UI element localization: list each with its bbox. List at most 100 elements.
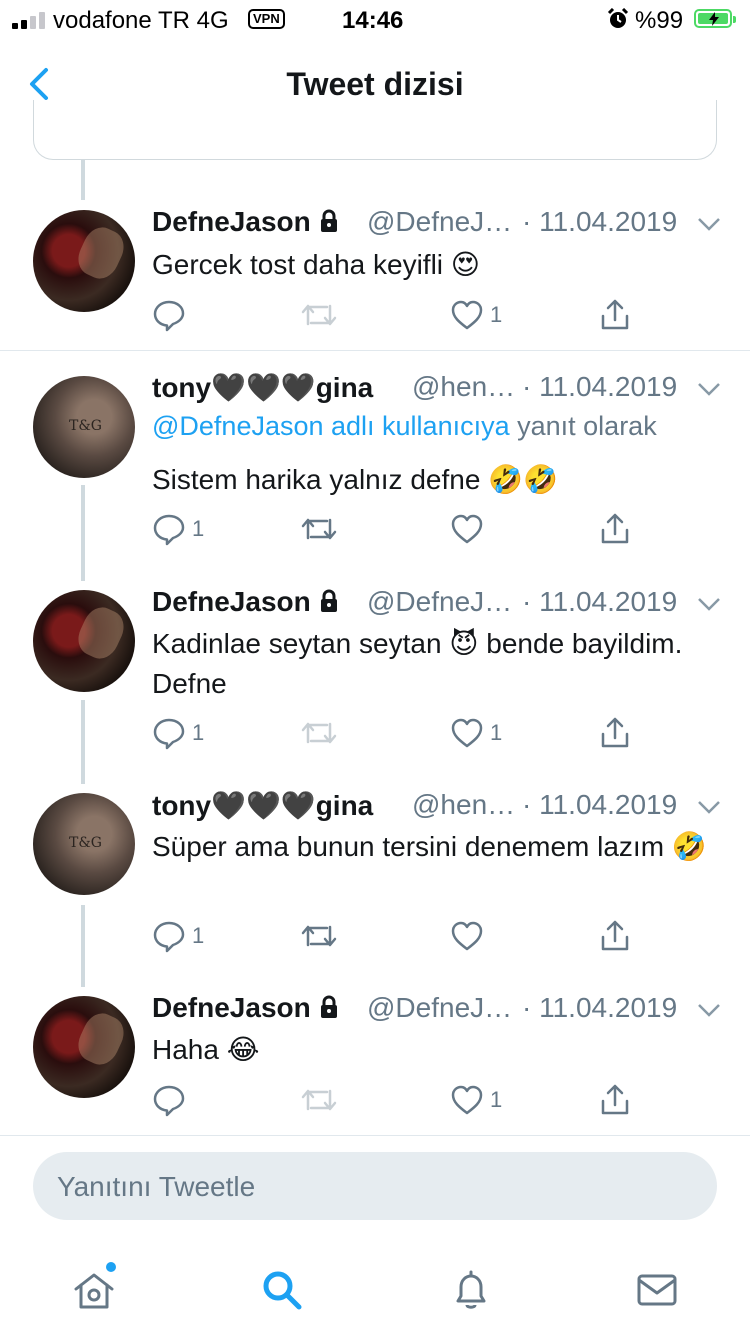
reply-button[interactable]: 1 <box>152 918 204 954</box>
chevron-down-icon[interactable] <box>697 799 721 815</box>
share-icon <box>601 1084 629 1115</box>
tweet-text: Kadinlae seytan seytan 😈 bende bayildim.… <box>152 628 683 699</box>
avatar[interactable] <box>33 590 135 692</box>
chevron-down-icon[interactable] <box>697 216 721 232</box>
tweet-date[interactable]: · 11.04.2019 <box>522 789 677 821</box>
avatar[interactable]: T&G <box>33 793 135 895</box>
reply-button[interactable] <box>152 297 192 333</box>
network-label: 4G <box>196 7 229 34</box>
reply-button[interactable]: 1 <box>152 715 204 751</box>
like-button[interactable]: 1 <box>450 715 502 751</box>
share-button[interactable] <box>598 918 632 954</box>
tweet-author-name[interactable]: tony🖤🖤🖤gina <box>152 789 373 822</box>
tweet-text: Sistem harika yalnız defne 🤣🤣 <box>152 464 558 495</box>
reply-icon <box>153 921 185 953</box>
signal-strength-icon <box>12 9 45 29</box>
thread-connector <box>81 485 85 581</box>
share-icon <box>601 513 629 544</box>
avatar[interactable] <box>33 210 135 312</box>
reply-input-placeholder: Yanıtını Tweetle <box>57 1171 256 1202</box>
status-bar: vodafone TR 4G VPN 14:46 %99 <box>0 0 750 40</box>
battery-percent: %99 <box>635 7 684 34</box>
reply-button[interactable] <box>152 1082 192 1118</box>
like-button[interactable]: 1 <box>450 297 502 333</box>
tweet-date[interactable]: · 11.04.2019 <box>522 586 677 618</box>
tab-home[interactable] <box>64 1260 124 1320</box>
chevron-down-icon[interactable] <box>697 1002 721 1018</box>
tweet-date[interactable]: · 11.04.2019 <box>522 371 677 403</box>
retweet-button[interactable] <box>300 297 338 333</box>
status-time: 14:46 <box>342 7 404 34</box>
tweet-handle[interactable]: @hen… <box>412 371 515 403</box>
tweet-date[interactable]: · 11.04.2019 <box>522 206 677 238</box>
reply-icon <box>153 514 185 546</box>
mail-icon <box>637 1274 677 1306</box>
tweet-author-name[interactable]: DefneJason <box>152 206 311 237</box>
like-count: 1 <box>490 1087 503 1112</box>
retweet-icon <box>301 925 337 947</box>
page-title: Tweet dizisi <box>286 66 464 102</box>
share-icon <box>601 920 629 951</box>
retweet-icon <box>301 518 337 540</box>
reply-to-link[interactable]: @DefneJason adlı kullanıcıya <box>152 411 510 441</box>
tab-messages[interactable] <box>627 1260 687 1320</box>
quoted-tweet-card[interactable] <box>33 100 717 160</box>
retweet-icon <box>301 304 337 326</box>
like-button[interactable]: 1 <box>450 1082 502 1118</box>
like-count: 1 <box>490 720 503 745</box>
tweet-handle[interactable]: @hen… <box>412 789 515 821</box>
tweet-author-name[interactable]: DefneJason <box>152 992 311 1023</box>
share-button[interactable] <box>598 1082 632 1118</box>
tab-search[interactable] <box>252 1260 312 1320</box>
tweet-text: Süper ama bunun tersini denemem lazım 🤣 <box>152 831 707 862</box>
retweet-button[interactable] <box>300 918 338 954</box>
tab-notifications[interactable] <box>441 1260 501 1320</box>
reply-count: 1 <box>192 720 205 745</box>
carrier-label: vodafone TR <box>53 7 190 34</box>
thread-connector <box>81 700 85 784</box>
share-button[interactable] <box>598 715 632 751</box>
retweet-button[interactable] <box>300 511 338 547</box>
tweet-author-name[interactable]: tony🖤🖤🖤gina <box>152 371 373 404</box>
avatar[interactable] <box>33 996 135 1098</box>
share-button[interactable] <box>598 297 632 333</box>
reply-count: 1 <box>192 923 205 948</box>
tweet-author-name[interactable]: DefneJason <box>152 586 311 617</box>
notification-dot <box>106 1262 116 1272</box>
like-button[interactable] <box>450 918 490 954</box>
tweet-actions: 1 <box>152 297 672 337</box>
heart-icon <box>451 514 483 544</box>
lock-icon <box>320 589 337 612</box>
retweet-button[interactable] <box>300 715 338 751</box>
chevron-down-icon[interactable] <box>697 381 721 397</box>
reply-input[interactable]: Yanıtını Tweetle <box>33 1152 717 1220</box>
share-icon <box>601 717 629 748</box>
avatar[interactable]: T&G <box>33 376 135 478</box>
tweet-handle[interactable]: @DefneJ… <box>367 992 512 1024</box>
divider <box>0 1135 750 1136</box>
thread-connector <box>81 160 85 200</box>
tweet-text: Gercek tost daha keyifli 😍 <box>152 249 480 280</box>
reply-icon <box>153 300 185 332</box>
tweet-handle[interactable]: @DefneJ… <box>367 586 512 618</box>
reply-button[interactable]: 1 <box>152 511 204 547</box>
tweet-text: Haha 😂 <box>152 1034 260 1065</box>
lock-icon <box>320 209 337 232</box>
tweet-handle[interactable]: @DefneJ… <box>367 206 512 238</box>
heart-icon <box>451 718 483 748</box>
like-button[interactable] <box>450 511 490 547</box>
retweet-button[interactable] <box>300 1082 338 1118</box>
heart-icon <box>451 300 483 330</box>
divider <box>0 350 750 351</box>
heart-icon <box>451 921 483 951</box>
chevron-down-icon[interactable] <box>697 596 721 612</box>
tweet-actions: 1 <box>152 1082 672 1122</box>
tweet-date[interactable]: · 11.04.2019 <box>522 992 677 1024</box>
tweet-actions: 1 1 <box>152 715 672 755</box>
share-icon <box>601 299 629 330</box>
lock-icon <box>320 995 337 1018</box>
search-icon <box>263 1271 302 1310</box>
share-button[interactable] <box>598 511 632 547</box>
vpn-badge: VPN <box>248 9 285 29</box>
battery-icon <box>694 9 736 28</box>
